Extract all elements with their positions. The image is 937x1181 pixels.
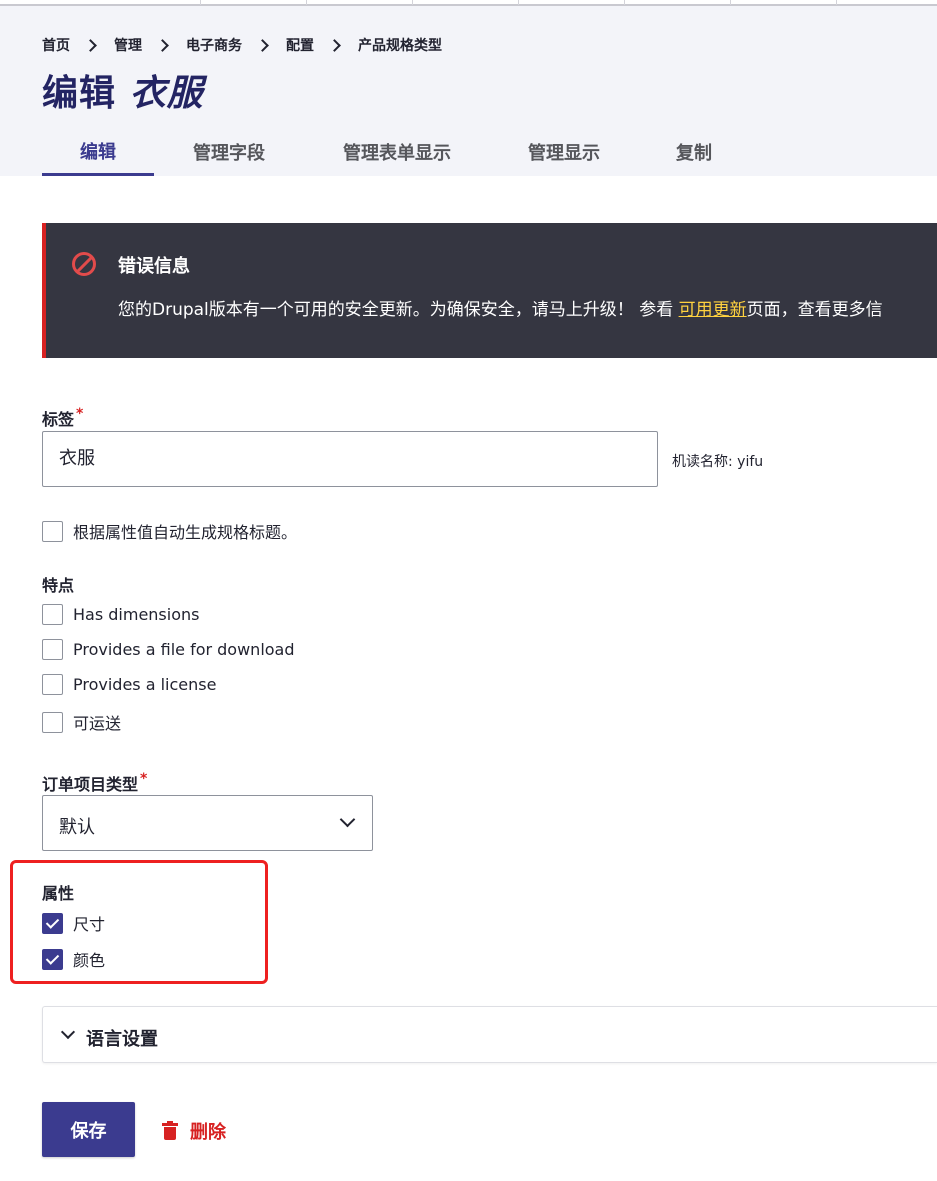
chevron-down-icon [60, 1024, 76, 1040]
breadcrumb-commerce[interactable]: 电子商务 [186, 35, 242, 55]
tab-manage-form-display[interactable]: 管理表单显示 [304, 128, 490, 176]
order-item-type-select[interactable]: 默认 [42, 795, 373, 851]
delete-link[interactable]: 删除 [162, 1118, 226, 1144]
page-title: 编辑 衣服 [42, 64, 204, 116]
delete-label: 删除 [190, 1122, 226, 1143]
file-download-label: Provides a file for download [73, 640, 295, 659]
page-title-prefix: 编辑 [42, 73, 117, 114]
trait-file-download[interactable]: Provides a file for download [42, 639, 295, 660]
trait-has-dimensions[interactable]: Has dimensions [42, 604, 199, 625]
breadcrumb-variation-types[interactable]: 产品规格类型 [358, 35, 442, 55]
license-checkbox[interactable] [42, 674, 63, 695]
breadcrumb-home[interactable]: 首页 [42, 35, 70, 55]
save-button[interactable]: 保存 [42, 1102, 135, 1157]
required-marker: * [76, 406, 84, 422]
label-input[interactable]: 衣服 [42, 431, 658, 487]
has-dimensions-label: Has dimensions [73, 605, 200, 624]
error-message: 错误信息 您的Drupal版本有一个可用的安全更新。为确保安全，请马上升级！ 参… [42, 223, 937, 358]
shippable-checkbox[interactable] [42, 711, 63, 733]
page-header: 首页 管理 电子商务 配置 产品规格类型 编辑 衣服 编辑 管理字段 管理表单显… [0, 6, 937, 176]
order-item-type-value: 默认 [59, 817, 95, 838]
chevron-right-icon [328, 38, 341, 52]
page-title-name: 衣服 [129, 73, 204, 114]
license-label: Provides a license [73, 675, 217, 694]
tabs: 编辑 管理字段 管理表单显示 管理显示 复制 [42, 128, 750, 176]
required-marker: * [140, 771, 148, 787]
machine-name: 机读名称: yifu [672, 454, 764, 470]
error-icon [72, 252, 96, 276]
tab-duplicate[interactable]: 复制 [638, 128, 750, 176]
language-settings-details[interactable]: 语言设置 [42, 1006, 937, 1063]
tab-edit[interactable]: 编辑 [42, 128, 154, 176]
trait-shippable[interactable]: 可运送 [42, 710, 121, 734]
alert-text: 您的Drupal版本有一个可用的安全更新。为确保安全，请马上升级！ 参看 可用更… [118, 295, 883, 320]
trait-license[interactable]: Provides a license [42, 674, 216, 695]
chevron-right-icon [256, 38, 269, 52]
tab-manage-display[interactable]: 管理显示 [490, 128, 638, 176]
auto-title-option[interactable]: 根据属性值自动生成规格标题。 [42, 519, 297, 543]
chevron-right-icon [84, 38, 97, 52]
order-item-type-label: 订单项目类型 * [42, 771, 148, 794]
available-updates-link[interactable]: 可用更新 [679, 300, 747, 320]
auto-title-checkbox[interactable] [42, 520, 63, 542]
tab-manage-fields[interactable]: 管理字段 [154, 128, 304, 176]
alert-text-after: 页面，查看更多信 [746, 300, 883, 320]
trash-icon [162, 1121, 178, 1141]
chevron-right-icon [156, 38, 169, 52]
chevron-down-icon [339, 811, 356, 828]
file-download-checkbox[interactable] [42, 639, 63, 660]
alert-text-before: 您的Drupal版本有一个可用的安全更新。为确保安全，请马上升级！ 参看 [118, 300, 679, 320]
breadcrumb-config[interactable]: 配置 [286, 35, 314, 55]
has-dimensions-checkbox[interactable] [42, 604, 63, 625]
traits-label: 特点 [42, 576, 75, 595]
language-settings-summary[interactable]: 语言设置 [86, 1025, 158, 1051]
breadcrumb: 首页 管理 电子商务 配置 产品规格类型 [42, 35, 442, 55]
shippable-label: 可运送 [73, 714, 122, 733]
alert-title: 错误信息 [118, 256, 190, 277]
highlight-box [10, 860, 268, 984]
auto-title-label: 根据属性值自动生成规格标题。 [73, 523, 298, 542]
label-field-label: 标签 * [42, 406, 84, 429]
breadcrumb-admin[interactable]: 管理 [114, 35, 142, 55]
